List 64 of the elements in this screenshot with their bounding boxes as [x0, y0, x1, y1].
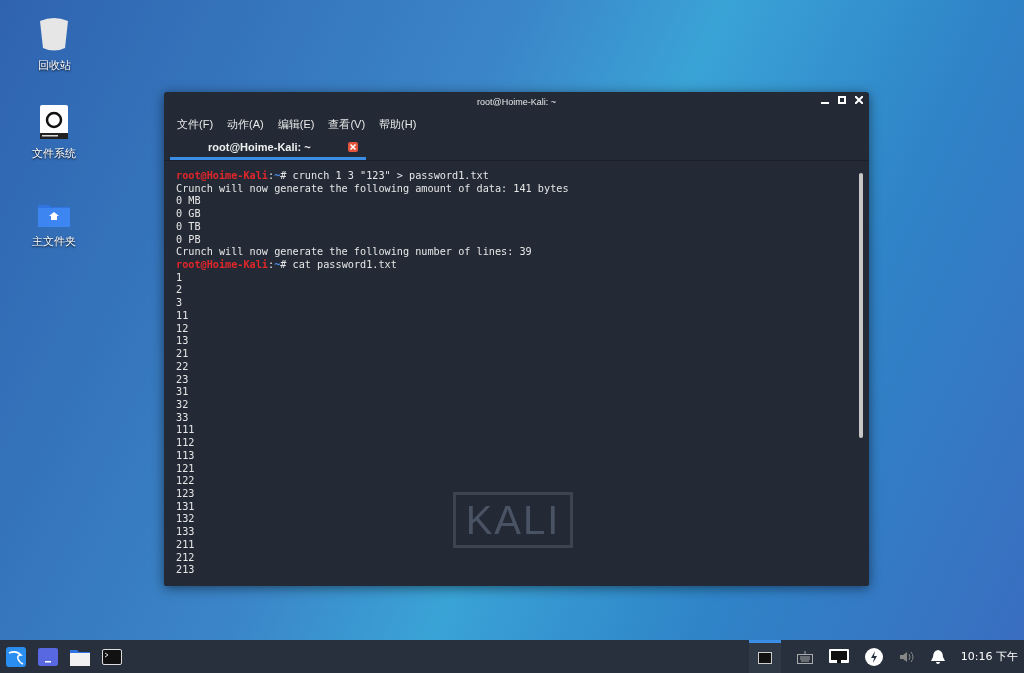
dragon-logo-icon[interactable] [6, 646, 26, 667]
menu-item[interactable]: 文件(F) [177, 116, 214, 132]
keyboard-icon[interactable] [796, 649, 813, 664]
output-line: 0 PB [176, 233, 202, 247]
output-line: 0 TB [176, 220, 202, 234]
terminal-icon[interactable] [102, 648, 122, 665]
task-button[interactable] [748, 640, 781, 673]
prompt-separator: : [268, 170, 275, 181]
speaker-icon[interactable] [898, 649, 915, 664]
command-text: # cat password1.txt [280, 259, 397, 271]
output-line: 31 [176, 386, 190, 399]
icon-label[interactable]: 回收站 [37, 58, 71, 73]
output-line: 133 [176, 526, 196, 539]
output-line: 211 [176, 538, 196, 552]
output-line: 0 MB [176, 195, 202, 209]
menu-item[interactable]: 编辑(E) [277, 116, 315, 132]
output-line: 112 [176, 437, 196, 450]
output-line: 2 [176, 284, 184, 298]
menu-item[interactable]: 动作(A) [227, 116, 264, 132]
output-line: 22 [176, 360, 190, 374]
clock[interactable]: 10:16 下午 [960, 649, 1020, 664]
output-line: 32 [176, 398, 190, 412]
terminal-icon [757, 652, 772, 664]
command-text: # crunch 1 3 "123" > password1.txt [280, 170, 489, 181]
output-line: 123 [176, 487, 196, 501]
output-line: 131 [176, 500, 196, 514]
output-line: 213 [176, 564, 196, 577]
output-line: 12 [176, 322, 190, 336]
menu-item[interactable]: 查看(V) [328, 116, 366, 132]
lightning-icon[interactable] [864, 647, 883, 666]
prompt-user-host: root@Hoime-Kali [176, 170, 268, 181]
tab-close-button[interactable] [348, 141, 358, 152]
folder-icon[interactable] [70, 647, 90, 666]
tab-label: root@Hoime-Kali: ~ [208, 140, 311, 153]
menu-item[interactable]: 帮助(H) [379, 116, 417, 132]
output-line: Crunch will now generate the following number of lines: 39 [176, 246, 533, 259]
scrollbar[interactable] [859, 173, 863, 438]
desktop-icon[interactable] [38, 647, 58, 666]
output-line: 212 [176, 551, 196, 565]
output-line: 1 [176, 271, 184, 285]
maximize-button[interactable] [838, 96, 846, 104]
close-button[interactable] [855, 96, 863, 104]
output-line: 21 [176, 348, 190, 361]
monitor-icon[interactable] [828, 648, 849, 665]
output-line: 13 [176, 335, 190, 349]
icon-label[interactable]: 文件系统 [32, 146, 76, 161]
output-line: 113 [176, 449, 196, 463]
output-line: 11 [176, 309, 190, 323]
output-line: 111 [176, 424, 196, 438]
output-line: 3 [176, 297, 184, 310]
output-line: Crunch will now generate the following amount of data: 141 bytes [176, 182, 570, 196]
output-line: 0 GB [176, 208, 202, 221]
prompt-separator: : [268, 259, 275, 271]
prompt-user-host: root@Hoime-Kali [176, 259, 268, 271]
output-line: 23 [176, 373, 190, 387]
icon-label[interactable]: 主文件夹 [32, 234, 76, 249]
prompt-path: ~ [274, 259, 281, 271]
window-title: root@Hoime-Kali: ~ [477, 97, 556, 107]
hard-drive-icon[interactable] [39, 102, 69, 140]
output-line: 33 [176, 411, 190, 425]
output-line: 121 [176, 462, 196, 476]
bell-icon[interactable] [930, 648, 945, 665]
output-line: 122 [176, 475, 196, 488]
prompt-path: ~ [274, 170, 281, 181]
